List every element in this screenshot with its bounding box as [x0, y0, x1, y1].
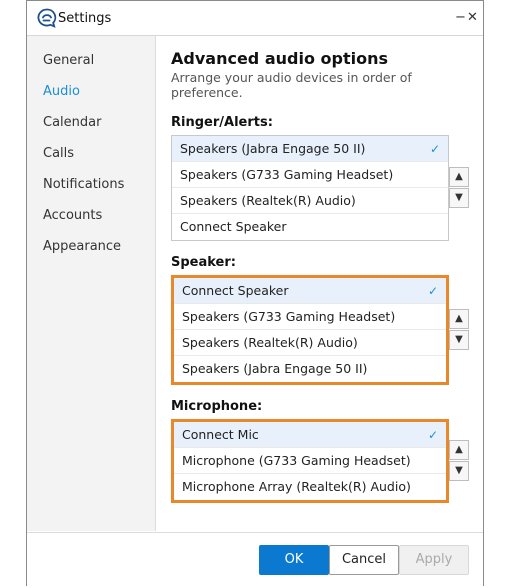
move-down-button[interactable]: ▼: [449, 188, 469, 208]
list-item[interactable]: Speakers (Realtek(R) Audio): [174, 330, 446, 356]
settings-sidebar: General Audio Calendar Calls Notificatio…: [27, 36, 156, 531]
microphone-section-label: Microphone:: [171, 399, 263, 414]
close-button[interactable]: ✕: [467, 10, 478, 26]
list-item-label: Connect Speaker: [180, 219, 287, 234]
list-item-label: Speakers (G733 Gaming Headset): [182, 309, 396, 324]
settings-window: Settings − ✕ General Audio Calendar Call…: [26, 0, 484, 588]
list-item-label: Speakers (G733 Gaming Headset): [180, 167, 394, 182]
ringer-section-label: Ringer/Alerts:: [171, 115, 273, 130]
move-down-button[interactable]: ▼: [449, 461, 469, 481]
move-up-button[interactable]: ▲: [449, 440, 469, 460]
sidebar-item-accounts[interactable]: Accounts: [43, 208, 102, 223]
sidebar-item-appearance[interactable]: Appearance: [43, 239, 121, 254]
list-item[interactable]: Connect Speaker ✓: [174, 278, 446, 304]
list-item[interactable]: Speakers (Jabra Engage 50 II) ✓: [172, 136, 448, 162]
sidebar-item-calls[interactable]: Calls: [43, 146, 74, 161]
page-title: Advanced audio options: [171, 49, 388, 68]
list-item[interactable]: Speakers (Realtek(R) Audio): [172, 188, 448, 214]
speaker-section-label: Speaker:: [171, 255, 236, 270]
sidebar-item-audio[interactable]: Audio: [43, 84, 80, 99]
window-title: Settings: [58, 11, 112, 26]
microphone-reorder-controls: ▲ ▼: [449, 440, 469, 482]
list-item[interactable]: Connect Speaker: [172, 214, 448, 240]
audio-settings-panel: Advanced audio options Arrange your audi…: [156, 36, 483, 531]
list-item[interactable]: Speakers (G733 Gaming Headset): [172, 162, 448, 188]
speaker-device-list[interactable]: Connect Speaker ✓ Speakers (G733 Gaming …: [171, 275, 449, 385]
minimize-button[interactable]: −: [455, 10, 466, 26]
microphone-device-list[interactable]: Connect Mic ✓ Microphone (G733 Gaming He…: [171, 419, 449, 503]
speaker-reorder-controls: ▲ ▼: [449, 309, 469, 351]
list-item[interactable]: Speakers (G733 Gaming Headset): [174, 304, 446, 330]
apply-button[interactable]: Apply: [399, 545, 469, 575]
ringer-reorder-controls: ▲ ▼: [449, 167, 469, 209]
list-item[interactable]: Microphone (G733 Gaming Headset): [174, 448, 446, 474]
sidebar-item-calendar[interactable]: Calendar: [43, 115, 101, 130]
move-up-button[interactable]: ▲: [449, 309, 469, 329]
sidebar-item-notifications[interactable]: Notifications: [43, 177, 124, 192]
list-item-label: Speakers (Jabra Engage 50 II): [180, 141, 366, 156]
page-subtitle: Arrange your audio devices in order of p…: [171, 70, 412, 100]
list-item[interactable]: Connect Mic ✓: [174, 422, 446, 448]
ok-button[interactable]: OK: [259, 545, 329, 575]
list-item-label: Microphone (G733 Gaming Headset): [182, 453, 411, 468]
list-item-label: Speakers (Realtek(R) Audio): [180, 193, 356, 208]
list-item[interactable]: Speakers (Jabra Engage 50 II): [174, 356, 446, 382]
list-item-label: Connect Speaker: [182, 283, 289, 298]
title-bar: Settings − ✕: [27, 1, 483, 36]
check-icon: ✓: [427, 284, 438, 298]
move-down-button[interactable]: ▼: [449, 330, 469, 350]
check-icon: ✓: [427, 428, 438, 442]
list-item-label: Speakers (Realtek(R) Audio): [182, 335, 358, 350]
cancel-button[interactable]: Cancel: [329, 545, 399, 575]
list-item-label: Microphone Array (Realtek(R) Audio): [182, 479, 411, 494]
list-item-label: Connect Mic: [182, 427, 259, 442]
sidebar-item-general[interactable]: General: [43, 53, 94, 68]
dialog-footer: OK Cancel Apply: [27, 532, 483, 588]
move-up-button[interactable]: ▲: [449, 167, 469, 187]
list-item[interactable]: Microphone Array (Realtek(R) Audio): [174, 474, 446, 500]
check-icon: ✓: [429, 142, 440, 156]
ringer-device-list[interactable]: Speakers (Jabra Engage 50 II) ✓ Speakers…: [171, 135, 449, 241]
list-item-label: Speakers (Jabra Engage 50 II): [182, 361, 368, 376]
app-logo-icon: [37, 8, 57, 28]
